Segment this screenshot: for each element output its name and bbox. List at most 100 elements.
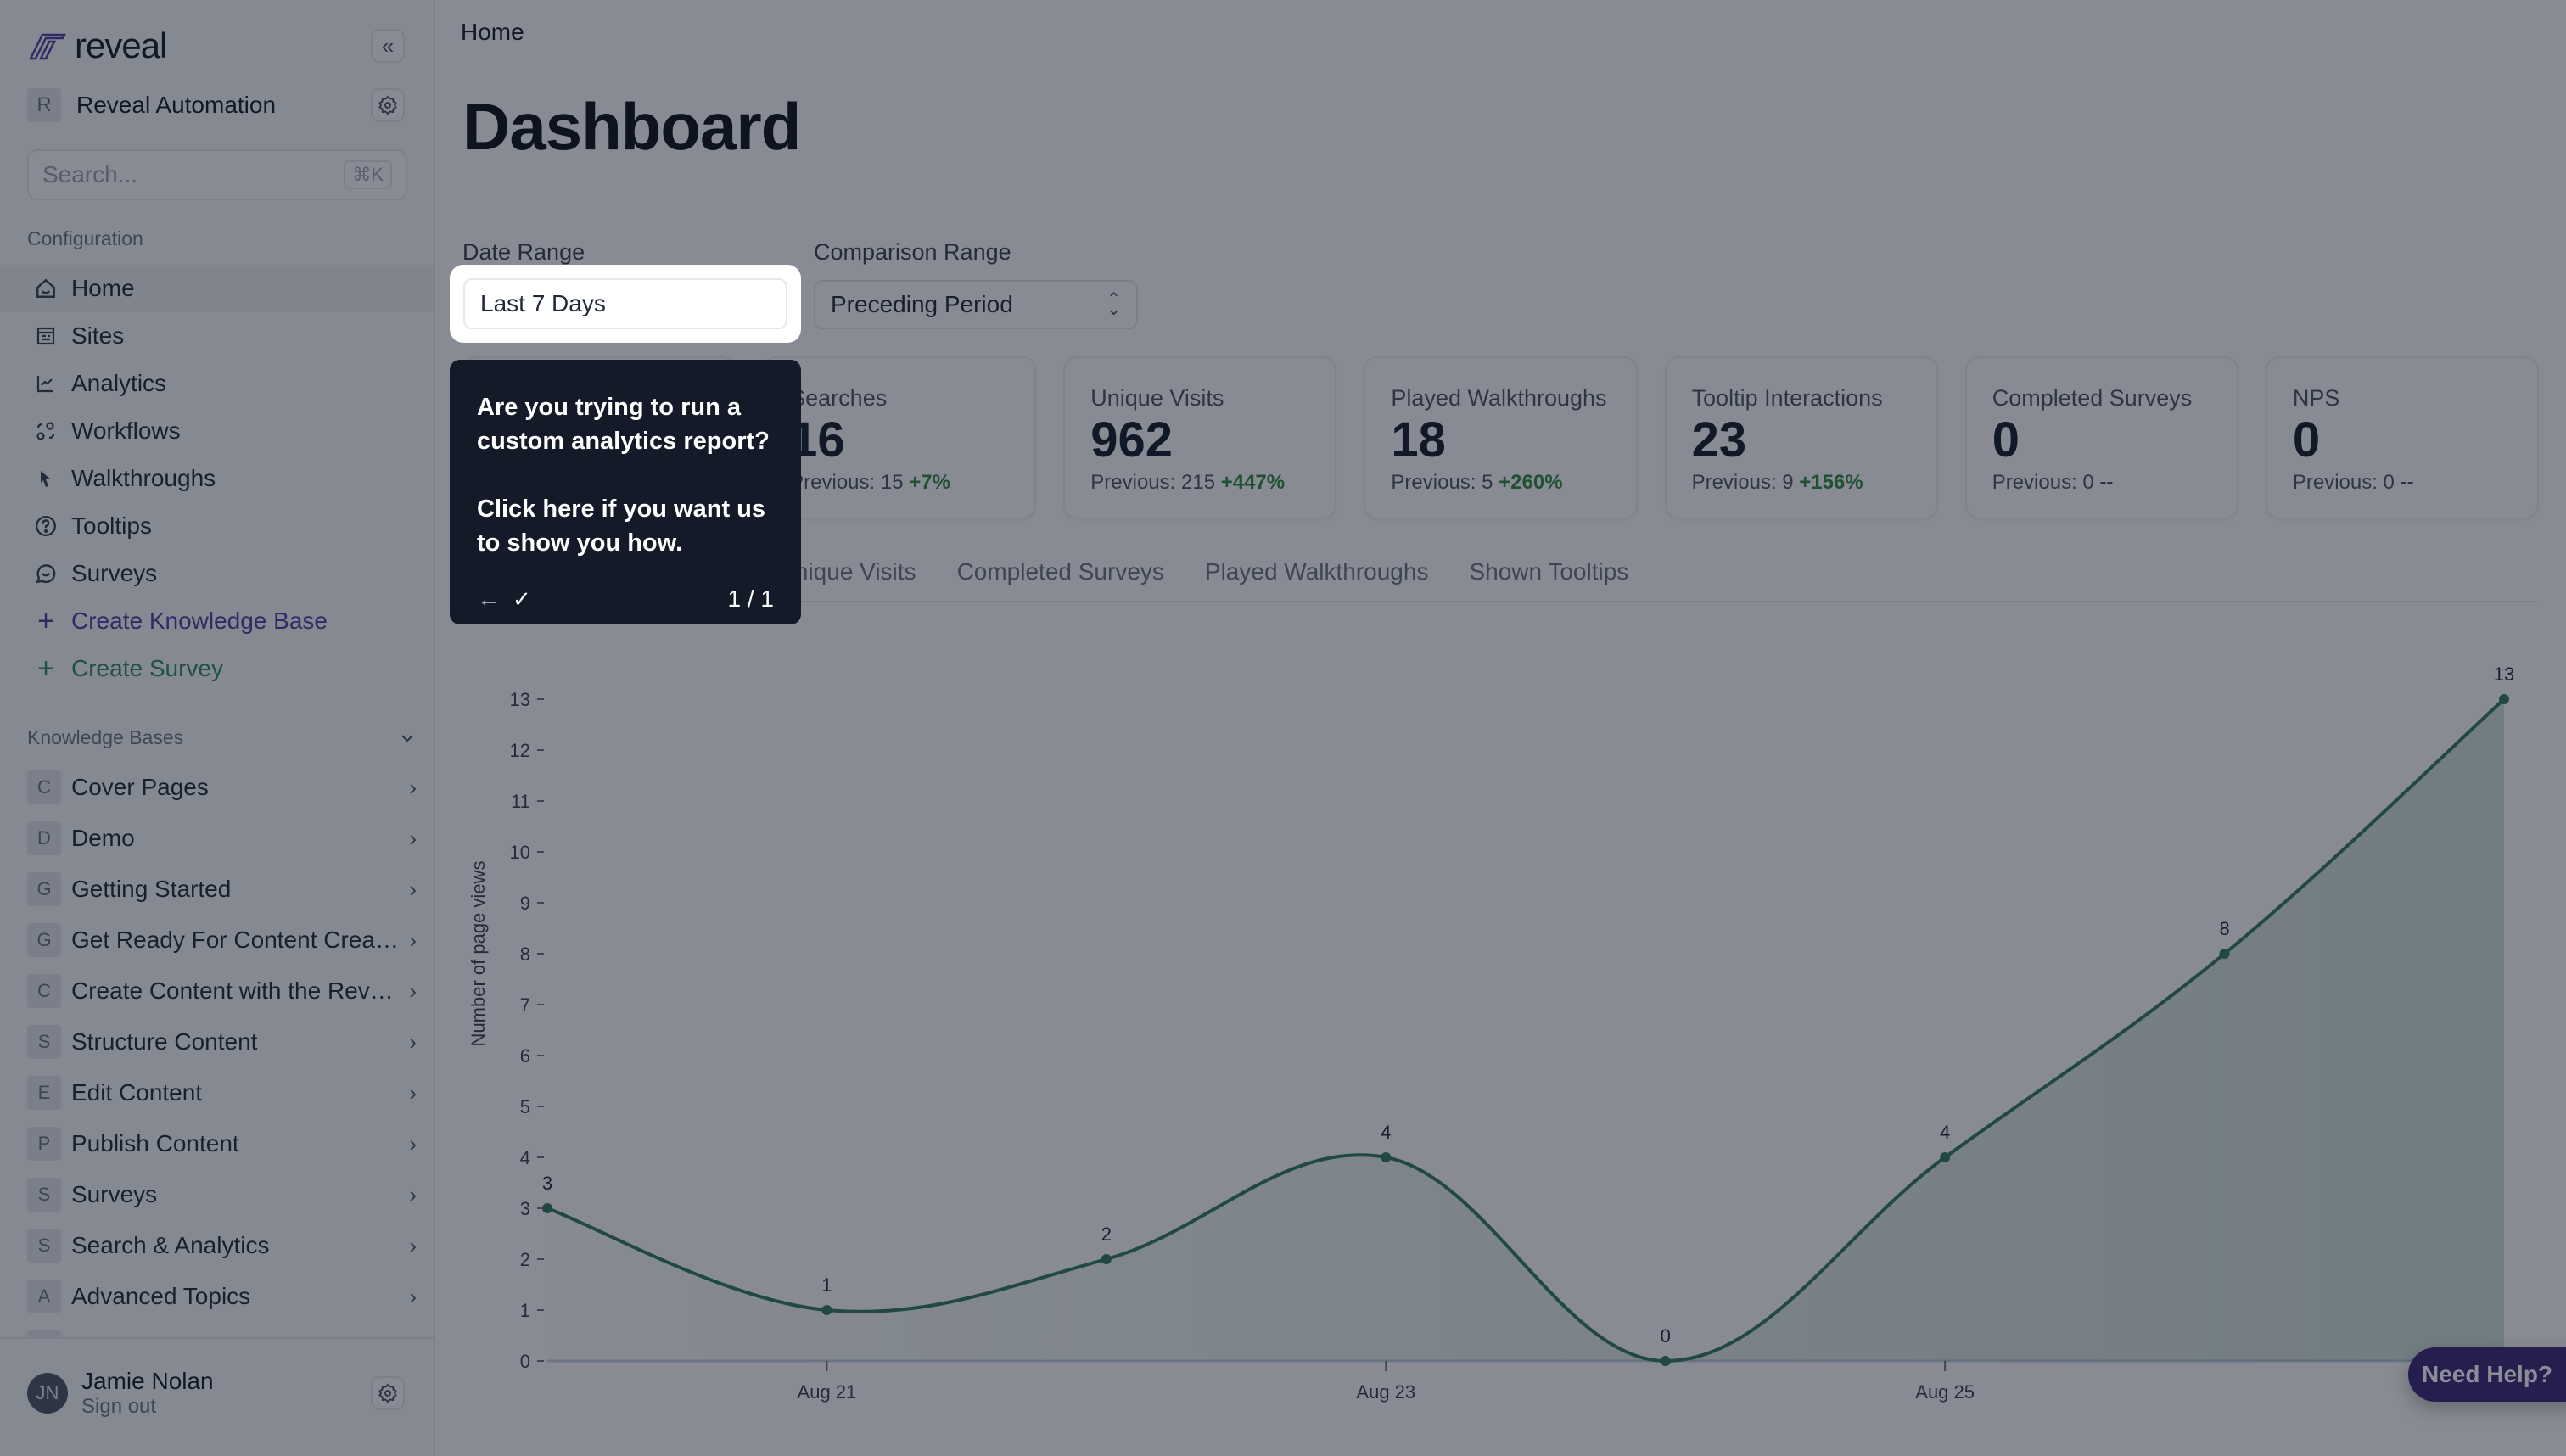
tab-shown-tooltips[interactable]: Shown Tooltips [1469,558,1628,585]
create-survey-button[interactable]: + Create Survey [0,645,434,692]
kb-name: Edit Content [71,1079,203,1106]
tour-popover[interactable]: Are you trying to run a custom analytics… [450,360,801,624]
comparison-range-select[interactable]: Preceding Period ⌃ ⌄ [814,280,1138,329]
logo[interactable]: reveal « [29,25,405,66]
need-help-button[interactable]: Need Help? [2408,1347,2566,1402]
stat-card-label: Tooltip Interactions [1691,385,1883,411]
knowledge-bases-section-toggle[interactable]: Knowledge Bases [27,726,416,749]
user-settings-button[interactable] [371,1376,405,1410]
knowledge-base-item[interactable]: A Advanced Topics › [0,1271,434,1322]
kb-name: Surveys [71,1181,158,1207]
sidebar-item-label: Workflows [71,417,181,444]
data-point [2219,949,2230,959]
cursor-icon [34,467,58,490]
knowledge-base-item[interactable]: C Create Content with the Reveal Editor › [0,966,434,1016]
stat-card-delta: -- [2099,471,2114,494]
chevron-right-icon: › [409,1130,417,1156]
kb-name: Search & Analytics [71,1232,270,1258]
kb-initial-badge: S [27,1178,61,1212]
gear-icon [378,1383,397,1403]
knowledge-base-item[interactable]: C Cover Pages › [0,762,434,813]
knowledge-base-item[interactable]: S Structure Content › [0,1016,434,1067]
x-tick-label: Aug 25 [1915,1381,1975,1403]
back-arrow-icon[interactable]: ← [477,585,501,613]
data-label: 2 [1101,1224,1112,1245]
stat-card[interactable]: Played Walkthroughs 18 Previous: 5 +260% [1364,356,1638,519]
stat-card-previous: Previous: 0 -- [2293,471,2512,495]
popover-footer: ← ✓ 1 / 1 [477,582,774,616]
kb-name: Getting Started [71,876,232,902]
comparison-range-value: Preceding Period [831,291,1013,317]
y-tick-label: 12 [510,740,530,761]
date-range-select[interactable]: Last 7 Days [463,278,787,329]
knowledge-base-item[interactable]: E Edit Content › [0,1067,434,1118]
kb-name: Get Ready For Content Creation [71,927,400,953]
stat-card-value: 962 [1090,412,1174,468]
chevrons-left-icon: « [381,32,395,59]
previous-value: Previous: 9 [1691,471,1794,494]
chevron-right-icon: › [400,1335,417,1338]
chat-smile-icon [34,562,58,585]
organization-switcher[interactable]: R Reveal Automation [27,88,405,122]
stat-card-delta: +447% [1220,471,1286,494]
sidebar-item-sites[interactable]: Sites [0,312,434,360]
knowledge-base-item[interactable]: G Get Ready For Content Creation › [0,915,434,966]
knowledge-base-item[interactable]: G Getting Started › [0,864,434,915]
y-tick-label: 2 [520,1249,530,1270]
knowledge-bases-label: Knowledge Bases [27,726,184,748]
stat-card-label: NPS [2292,385,2340,411]
knowledge-base-item[interactable]: T Tool Integrations› [0,1322,434,1338]
stat-card[interactable]: NPS 0 Previous: 0 -- [2265,356,2539,519]
logo-text: reveal [75,25,167,65]
previous-value: Previous: 5 [1391,471,1493,494]
home-icon [34,277,58,300]
stat-card[interactable]: Tooltip Interactions 23 Previous: 9 +156% [1664,356,1938,519]
tab-played-walkthroughs[interactable]: Played Walkthroughs [1205,558,1429,585]
analytics-icon [34,372,58,395]
chevron-right-icon: › [409,825,417,851]
y-tick-label: 7 [520,994,530,1016]
breadcrumb[interactable]: Home [461,19,524,46]
sign-out-link[interactable]: Sign out [81,1395,214,1419]
sidebar-item-analytics[interactable]: Analytics [0,360,434,407]
collapse-sidebar-button[interactable]: « [371,29,405,63]
knowledge-base-item[interactable]: S Search & Analytics › [0,1220,434,1271]
knowledge-base-item[interactable]: S Surveys › [0,1169,434,1220]
data-point [1101,1254,1112,1264]
sidebar-item-workflows[interactable]: Workflows [0,407,434,455]
sidebar: reveal « R Reveal Automation Search... ⌘… [0,0,435,1456]
knowledge-base-item[interactable]: P Publish Content › [0,1118,434,1169]
stat-card-previous: Previous: 9 +156% [1692,471,1911,495]
tour-highlight: Last 7 Days [450,265,801,343]
y-tick-label: 13 [510,689,530,710]
stat-card[interactable]: Searches 16 Previous: 15 +7% [763,356,1037,519]
kb-initial-badge: C [27,770,61,804]
configuration-section-label: Configuration [27,227,143,249]
stat-card-value: 18 [1391,412,1446,468]
sidebar-search-input[interactable]: Search... ⌘K [27,149,407,200]
data-label: 3 [542,1173,552,1194]
sidebar-item-walkthroughs[interactable]: Walkthroughs [0,455,434,502]
data-point [1660,1356,1671,1366]
sidebar-item-home[interactable]: Home [0,265,434,312]
stat-card[interactable]: Completed Surveys 0 Previous: 0 -- [1964,356,2238,519]
kb-initial-badge: E [27,1076,61,1110]
y-tick-label: 8 [520,944,530,965]
check-icon[interactable]: ✓ [513,586,531,613]
sidebar-item-label: Tooltips [71,512,152,539]
chevron-right-icon: › [409,1079,417,1106]
sidebar-item-tooltips[interactable]: Tooltips [0,502,434,550]
data-point [1940,1152,1951,1162]
sidebar-item-surveys[interactable]: Surveys [0,550,434,597]
org-settings-button[interactable] [371,88,405,122]
stat-card[interactable]: Unique Visits 962 Previous: 215 +447% [1063,356,1337,519]
data-point [542,1203,552,1213]
stat-card-delta: +156% [1799,471,1863,494]
create-knowledge-base-button[interactable]: + Create Knowledge Base [0,597,434,645]
y-tick-label: 9 [520,893,530,914]
data-point [821,1305,832,1315]
data-point [1381,1152,1392,1162]
workflows-icon [34,419,58,443]
knowledge-base-item[interactable]: D Demo › [0,813,434,864]
tab-completed-surveys[interactable]: Completed Surveys [957,558,1164,585]
